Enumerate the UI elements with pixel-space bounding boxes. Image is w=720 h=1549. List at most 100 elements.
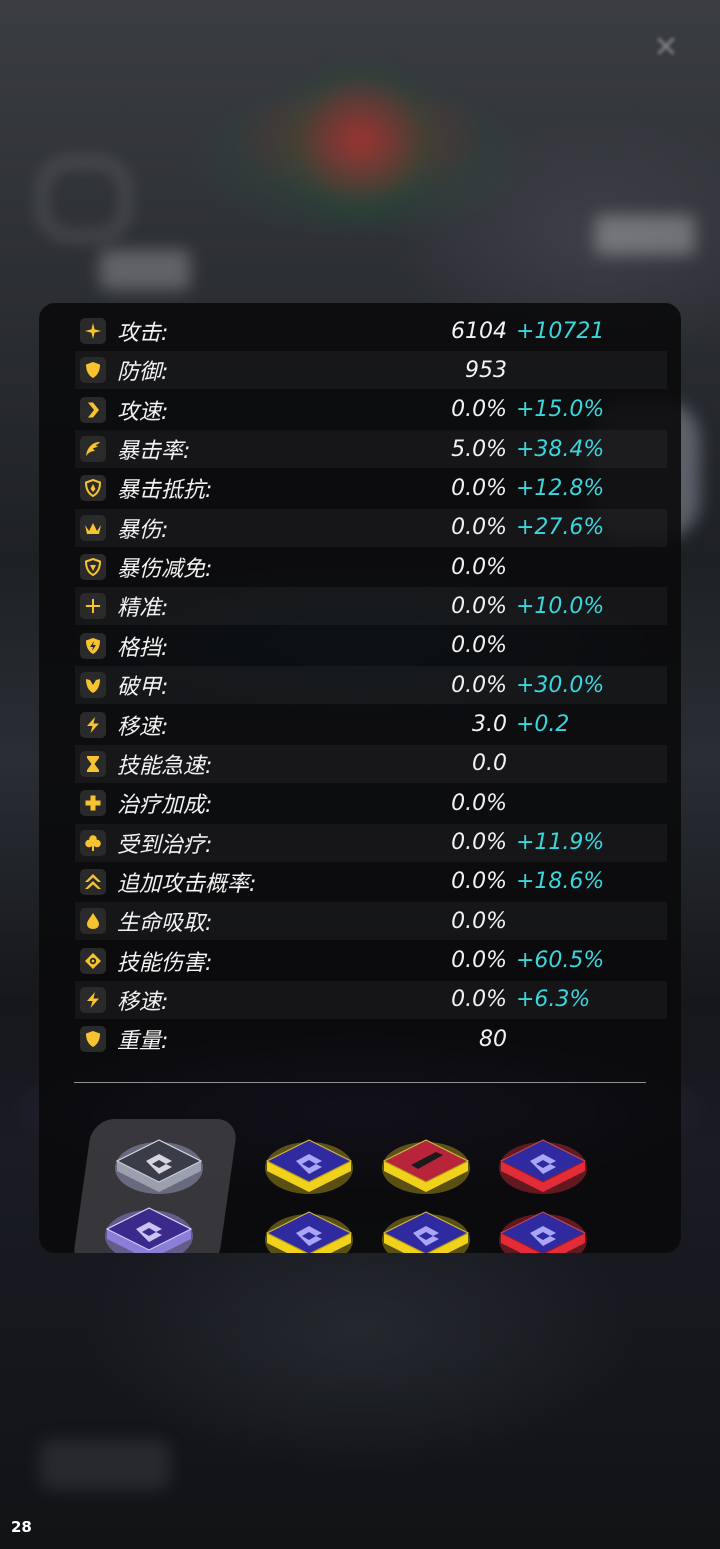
shield-reduce-icon	[80, 554, 106, 581]
stat-bonus-value: +18.6%	[516, 869, 605, 895]
page-number: 28	[11, 1518, 32, 1536]
stat-label: 治疗加成:	[117, 793, 213, 819]
stat-base-value: 3.0	[472, 712, 507, 737]
shield-crit-icon	[80, 475, 106, 502]
attribute-panel: 攻击: 6104 +10721 防御: 953 攻速: 0.0% +15.0% 暴击率: 5.0%…	[39, 303, 681, 1253]
stat-label: 精准:	[117, 596, 169, 622]
stat-row: 受到治疗: 0.0% +11.9%	[75, 823, 667, 862]
stat-base-value: 80	[479, 1026, 507, 1052]
stat-base-value: 0.0%	[451, 633, 507, 659]
stat-label: 重量:	[117, 1029, 169, 1055]
stat-label: 生命吸取:	[117, 911, 213, 937]
blurred-footer-button	[40, 1440, 170, 1490]
stat-label: 格挡:	[117, 635, 169, 661]
equipment-slot-item-3[interactable]	[498, 1128, 588, 1198]
stat-label: 受到治疗:	[117, 832, 213, 858]
stat-bonus-value: +30.0%	[516, 672, 605, 698]
stat-row: 破甲: 0.0% +30.0%	[75, 666, 667, 705]
stat-bonus-value: +12.8%	[516, 475, 605, 501]
stat-bonus-value: +15.0%	[516, 397, 605, 423]
stat-row: 技能伤害: 0.0% +60.5%	[75, 942, 667, 980]
sparkle-icon	[80, 318, 106, 344]
stat-base-value: 0.0%	[451, 790, 507, 816]
stat-row: 暴伤减免: 0.0%	[75, 548, 667, 586]
equipment-slot-item-4[interactable]	[264, 1200, 354, 1253]
clover-icon	[80, 829, 106, 856]
stat-row: 生命吸取: 0.0%	[75, 902, 667, 941]
stat-label: 破甲:	[117, 675, 169, 701]
stat-bonus-value: +38.4%	[516, 436, 605, 462]
blurred-name-text	[595, 215, 695, 255]
close-button[interactable]: ✕	[648, 30, 684, 66]
equipment-tile-icon	[499, 1211, 587, 1253]
stat-row: 攻击: 6104 +10721	[75, 312, 667, 350]
equipment-tile-icon	[105, 1207, 193, 1253]
stat-label: 技能伤害:	[117, 950, 213, 976]
stat-row: 追加攻击概率: 0.0% +18.6%	[75, 863, 667, 901]
broken-shield-icon	[80, 672, 106, 699]
stat-row: 暴伤: 0.0% +27.6%	[75, 508, 667, 547]
stat-row: 暴击抵抗: 0.0% +12.8%	[75, 469, 667, 507]
stat-label: 攻速:	[117, 399, 169, 425]
stat-base-value: 953	[465, 357, 507, 383]
equipment-slot-core-1[interactable]	[114, 1128, 204, 1198]
equipment-slot-item-2[interactable]	[381, 1128, 471, 1198]
stat-base-value: 0.0%	[451, 593, 507, 619]
stat-base-value: 0.0%	[451, 908, 507, 934]
stat-label: 追加攻击概率:	[117, 871, 257, 897]
stat-row: 移速: 3.0 +0.2	[75, 706, 667, 744]
target-icon	[80, 947, 106, 974]
stat-label: 暴伤:	[117, 517, 169, 543]
drop-icon	[80, 908, 106, 935]
stat-base-value: 0.0%	[451, 948, 507, 974]
stat-base-value: 0.0	[472, 751, 507, 777]
equipment-tile-icon	[265, 1211, 353, 1253]
crown-icon	[80, 514, 106, 541]
stat-row: 技能急速: 0.0	[75, 744, 667, 783]
stat-label: 暴击抵抗:	[117, 478, 213, 504]
stat-row: 重量: 80	[75, 1020, 667, 1058]
game-scene-background: ✕ 攻击: 6104 +10721 防御: 953 攻速: 0.0% +15.0% 暴击率: 5.…	[0, 0, 720, 1549]
stat-row: 暴击率: 5.0% +38.4%	[75, 430, 667, 469]
equipment-slot-item-5[interactable]	[381, 1200, 471, 1253]
stat-label: 移速:	[117, 989, 169, 1015]
equipment-slot-core-2[interactable]	[104, 1196, 194, 1253]
stat-base-value: 0.0%	[451, 475, 507, 501]
stat-label: 技能急速:	[117, 753, 213, 779]
blurred-level-text	[100, 250, 190, 290]
equipment-tile-icon	[382, 1139, 470, 1194]
close-icon: ✕	[653, 30, 679, 65]
stat-label: 移速:	[117, 714, 169, 740]
lightning-icon	[80, 986, 106, 1013]
equipment-slot-item-1[interactable]	[264, 1128, 354, 1198]
stat-bonus-value: +10.0%	[516, 593, 605, 619]
stat-base-value: 0.0%	[451, 987, 507, 1013]
divider	[74, 1082, 646, 1083]
stat-bonus-value: +60.5%	[516, 948, 605, 974]
equipment-tile-icon	[382, 1211, 470, 1253]
stat-row: 攻速: 0.0% +15.0%	[75, 391, 667, 429]
stat-base-value: 0.0%	[451, 672, 507, 698]
stat-base-value: 0.0%	[451, 869, 507, 895]
stat-base-value: 6104	[451, 318, 507, 344]
hourglass-icon	[80, 750, 106, 777]
blurred-emblem	[246, 26, 474, 254]
stat-row: 格挡: 0.0%	[75, 627, 667, 665]
lightning-icon	[80, 711, 106, 738]
plus-icon	[80, 790, 106, 817]
stat-label: 暴击率:	[117, 439, 191, 465]
crosshair-icon	[80, 593, 106, 620]
stat-base-value: 0.0%	[451, 397, 507, 423]
chevron-right-icon	[80, 396, 106, 423]
blurred-avatar	[40, 160, 128, 238]
stat-row: 治疗加成: 0.0%	[75, 784, 667, 822]
claw-icon	[80, 436, 106, 463]
stat-bonus-value: +11.9%	[516, 830, 605, 856]
equipment-slot-item-6[interactable]	[498, 1200, 588, 1253]
equipment-tile-icon	[115, 1139, 203, 1194]
shield-bolt-icon	[80, 632, 106, 659]
stat-base-value: 0.0%	[451, 830, 507, 856]
stat-row: 精准: 0.0% +10.0%	[75, 587, 667, 626]
shield-icon	[80, 1026, 106, 1053]
stat-bonus-value: +27.6%	[516, 515, 605, 541]
